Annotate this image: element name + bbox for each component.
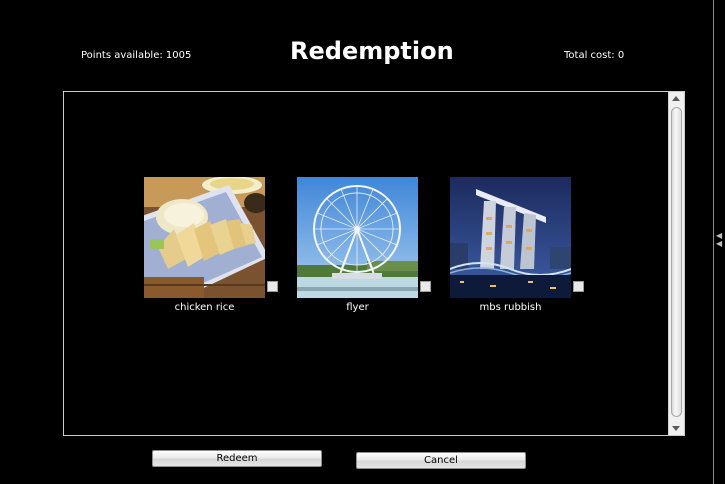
scroll-down-icon[interactable]	[672, 426, 680, 431]
item-caption: chicken rice	[174, 302, 235, 313]
scrollbar-thumb[interactable]	[671, 107, 682, 417]
item-caption: flyer	[346, 302, 369, 313]
marina-bay-sands-photo[interactable]	[450, 177, 571, 298]
item-checkbox[interactable]	[573, 281, 584, 292]
splitter-grip-icon[interactable]: ◀ ◀	[716, 232, 722, 248]
points-available: Points available: 1005	[81, 50, 192, 61]
page-title: Redemption	[290, 37, 454, 65]
items-panel: chicken rice flyer mbs rubbish	[63, 91, 685, 436]
vertical-scrollbar[interactable]	[668, 92, 684, 435]
item-checkbox[interactable]	[267, 281, 278, 292]
scroll-up-icon[interactable]	[672, 96, 680, 101]
item-checkbox[interactable]	[420, 281, 431, 292]
cancel-button[interactable]: Cancel	[356, 452, 526, 469]
total-cost: Total cost: 0	[564, 50, 625, 61]
chicken-rice-photo[interactable]	[144, 177, 265, 298]
redeem-button[interactable]: Redeem	[152, 450, 322, 467]
singapore-flyer-photo[interactable]	[297, 177, 418, 298]
item-caption: mbs rubbish	[479, 302, 542, 313]
